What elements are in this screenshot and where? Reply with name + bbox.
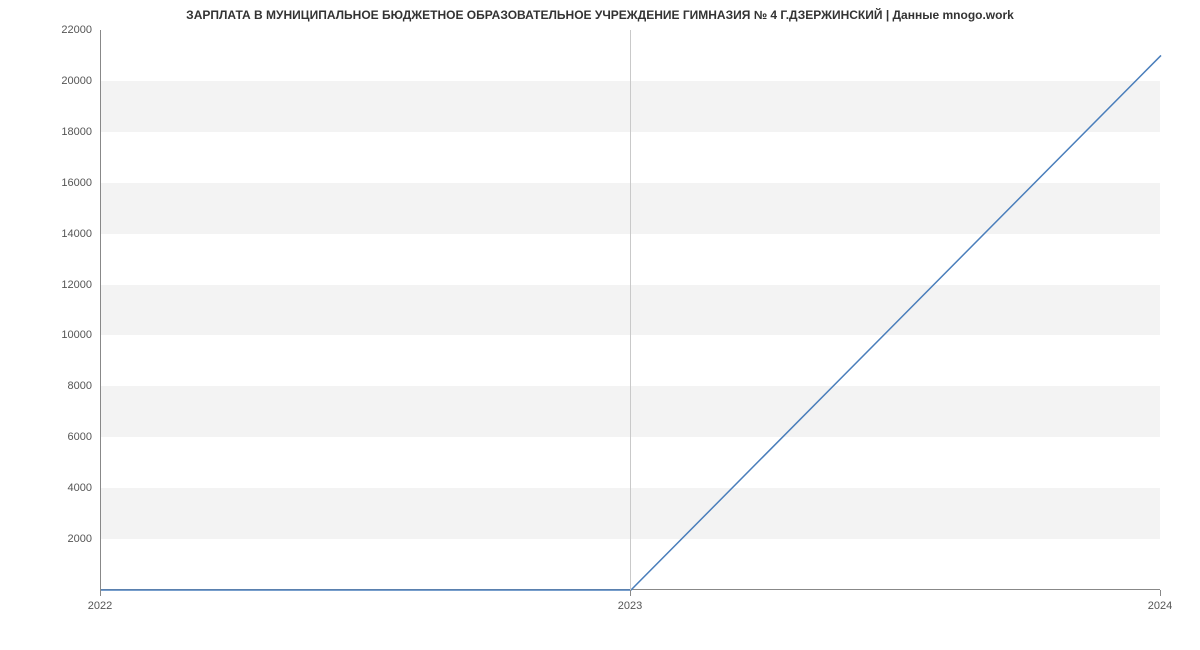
series-line	[101, 55, 1161, 590]
x-tick-mark	[630, 590, 631, 596]
x-tick-label: 2022	[88, 600, 112, 612]
x-tick-mark	[100, 590, 101, 596]
x-tick-label: 2023	[618, 600, 642, 612]
y-tick-label: 18000	[12, 126, 92, 138]
x-tick-label: 2024	[1148, 600, 1172, 612]
chart-title: ЗАРПЛАТА В МУНИЦИПАЛЬНОЕ БЮДЖЕТНОЕ ОБРАЗ…	[0, 8, 1200, 22]
y-tick-label: 22000	[12, 24, 92, 36]
y-tick-label: 20000	[12, 75, 92, 87]
y-tick-label: 6000	[12, 431, 92, 443]
y-tick-label: 8000	[12, 380, 92, 392]
y-tick-label: 2000	[12, 533, 92, 545]
y-tick-label: 16000	[12, 177, 92, 189]
y-tick-label: 10000	[12, 329, 92, 341]
x-grid-line	[630, 30, 631, 590]
y-tick-label: 4000	[12, 482, 92, 494]
x-tick-mark	[1160, 590, 1161, 596]
y-tick-label: 14000	[12, 228, 92, 240]
chart-container: ЗАРПЛАТА В МУНИЦИПАЛЬНОЕ БЮДЖЕТНОЕ ОБРАЗ…	[0, 0, 1200, 650]
y-tick-label: 12000	[12, 279, 92, 291]
